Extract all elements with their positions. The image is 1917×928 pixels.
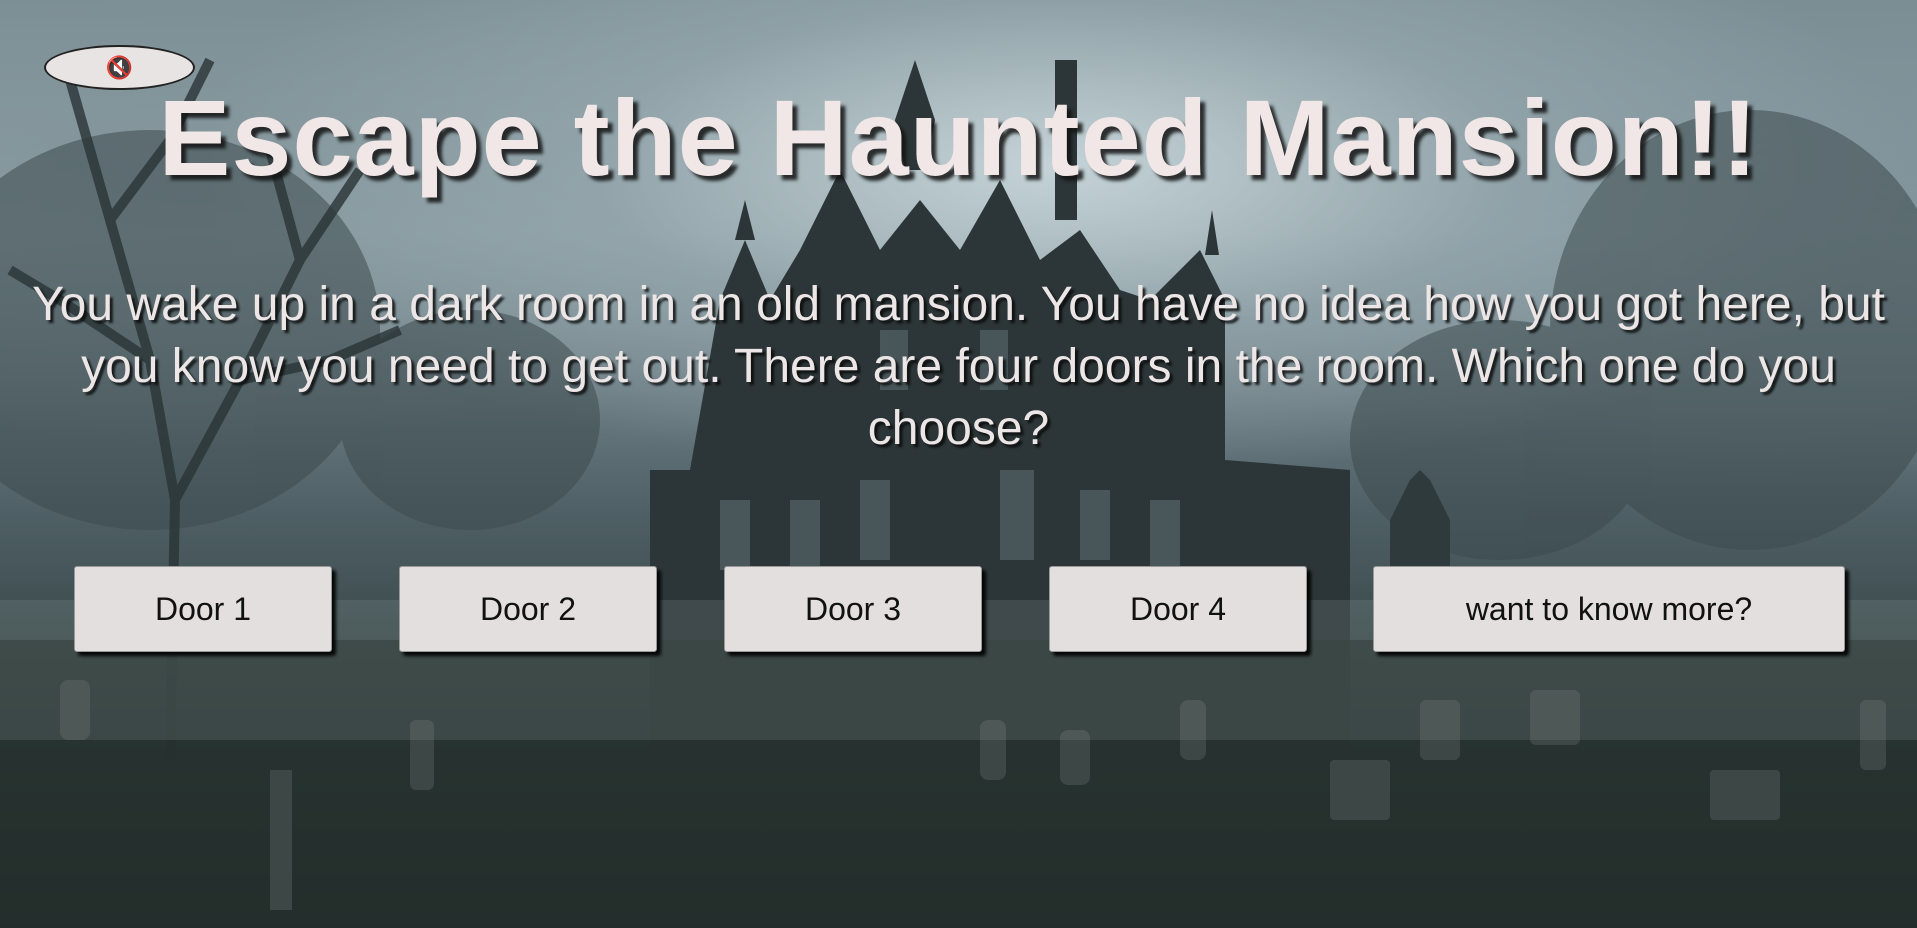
story-text: You wake up in a dark room in an old man… <box>32 278 1885 455</box>
know-more-button[interactable]: want to know more? <box>1373 566 1845 652</box>
door-3-button[interactable]: Door 3 <box>724 566 982 652</box>
door-4-button[interactable]: Door 4 <box>1049 566 1307 652</box>
door-1-button[interactable]: Door 1 <box>74 566 332 652</box>
choice-buttons: Door 1 Door 2 Door 3 Door 4 want to know… <box>0 566 1917 654</box>
speaker-muted-icon: 🔇 <box>105 54 134 80</box>
door-2-button[interactable]: Door 2 <box>399 566 657 652</box>
game-title: Escape the Haunted Mansion!! <box>158 77 1759 198</box>
